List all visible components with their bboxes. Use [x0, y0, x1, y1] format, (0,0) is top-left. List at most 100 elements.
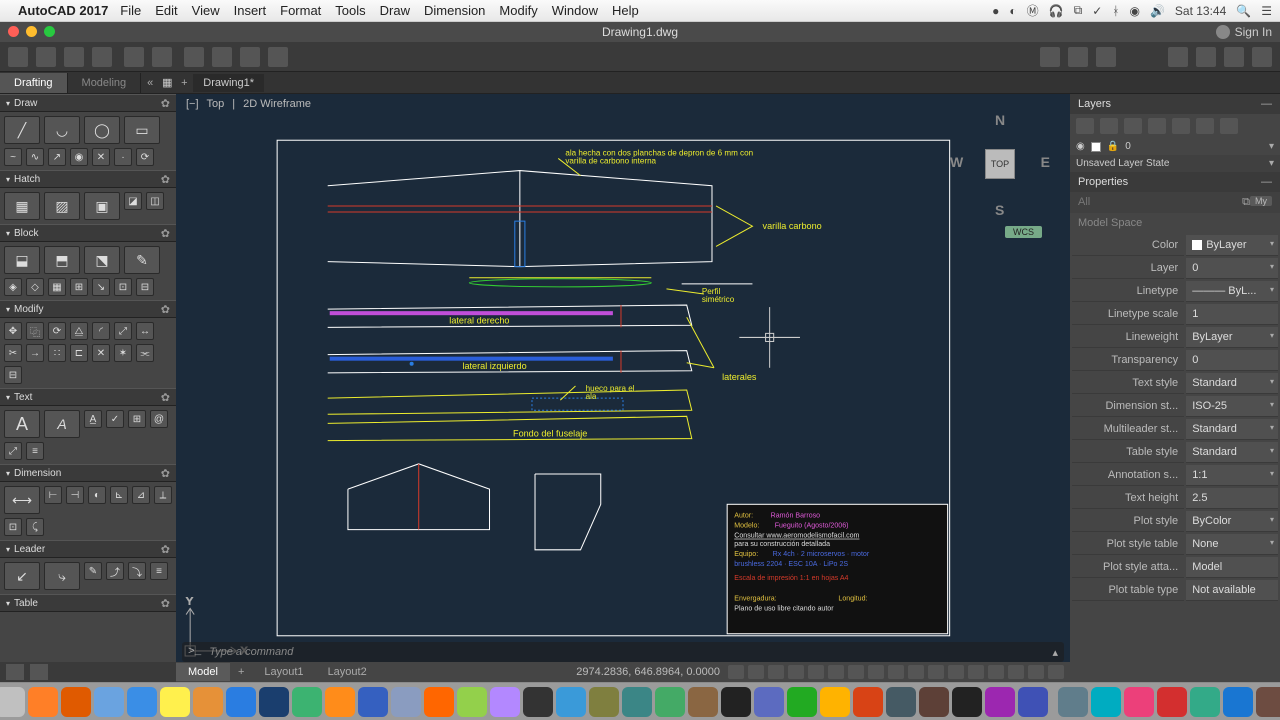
gear-icon[interactable]: ✿: [161, 97, 170, 110]
section-table[interactable]: ▾Table✿: [0, 594, 176, 612]
menu-modify[interactable]: Modify: [499, 3, 537, 18]
mtext-tool[interactable]: A: [4, 410, 40, 438]
menu-file[interactable]: File: [120, 3, 141, 18]
dim-tool[interactable]: ⊾: [110, 486, 128, 504]
menu-format[interactable]: Format: [280, 3, 321, 18]
dim-tool[interactable]: ⊿: [132, 486, 150, 504]
dock-app[interactable]: [787, 687, 817, 717]
dim-tool[interactable]: ◐: [88, 486, 106, 504]
block-tool[interactable]: ⊟: [136, 278, 154, 296]
dock-app[interactable]: [1124, 687, 1154, 717]
move-tool[interactable]: ✥: [4, 322, 22, 340]
menubar-icon[interactable]: ⧉: [1074, 3, 1083, 18]
property-value[interactable]: Standard: [1186, 442, 1278, 463]
viewcube-top-face[interactable]: TOP: [985, 149, 1015, 179]
point-tool[interactable]: ·: [114, 148, 132, 166]
property-value[interactable]: 2.5: [1186, 488, 1278, 509]
dock-app[interactable]: [490, 687, 520, 717]
text-tool[interactable]: A: [44, 410, 80, 438]
copy-tool[interactable]: ⿻: [26, 322, 44, 340]
gear-icon[interactable]: ✿: [161, 227, 170, 240]
tab-layout2[interactable]: Layout2: [316, 663, 379, 681]
property-row[interactable]: Annotation s...1:1: [1072, 465, 1278, 486]
collapse-icon[interactable]: —: [1261, 98, 1272, 110]
menu-help[interactable]: Help: [612, 3, 639, 18]
collapse-icon[interactable]: —: [1261, 176, 1272, 188]
edit-block-tool[interactable]: ⬔: [84, 246, 120, 274]
extend-tool[interactable]: →: [26, 344, 44, 362]
property-value[interactable]: ByLayer: [1186, 327, 1278, 348]
property-row[interactable]: ColorByLayer: [1072, 235, 1278, 256]
helix-tool[interactable]: ⟳: [136, 148, 154, 166]
file-tab[interactable]: Drawing1*: [193, 74, 264, 92]
ortho-toggle[interactable]: [768, 665, 784, 679]
mirror-tool[interactable]: ⧋: [70, 322, 88, 340]
close-button[interactable]: [8, 26, 19, 37]
dim-tool[interactable]: ⊢: [44, 486, 62, 504]
property-row[interactable]: Linetype scale1: [1072, 304, 1278, 325]
leader-tool[interactable]: ⤴: [106, 562, 124, 580]
dock-app[interactable]: [655, 687, 685, 717]
text-tool[interactable]: ✓: [106, 410, 124, 428]
section-hatch[interactable]: ▾Hatch✿: [0, 170, 176, 188]
property-row[interactable]: Text height2.5: [1072, 488, 1278, 509]
region-tool[interactable]: ◪: [124, 192, 142, 210]
property-value[interactable]: ByLayer: [1186, 235, 1278, 256]
layer-tool[interactable]: [1148, 118, 1166, 134]
break-tool[interactable]: ⊟: [4, 366, 22, 384]
tool-button[interactable]: [1224, 47, 1244, 67]
text-tool[interactable]: @: [150, 410, 168, 428]
dock-app[interactable]: [688, 687, 718, 717]
notification-icon[interactable]: ☰: [1261, 4, 1272, 18]
leader-tool[interactable]: ≡: [150, 562, 168, 580]
ellipse-tool[interactable]: ◉: [70, 148, 88, 166]
plot-button[interactable]: [184, 47, 204, 67]
dim-tool[interactable]: ⊣: [66, 486, 84, 504]
gear-icon[interactable]: ✿: [161, 597, 170, 610]
property-value[interactable]: Standard: [1186, 419, 1278, 440]
props-my-button[interactable]: My: [1250, 196, 1272, 206]
boundary-tool[interactable]: ▣: [84, 192, 120, 220]
dock-app[interactable]: [952, 687, 982, 717]
grid-icon[interactable]: ▦: [159, 76, 175, 89]
dock-app[interactable]: [226, 687, 256, 717]
menubar-icon[interactable]: ●: [992, 4, 999, 18]
dock-app[interactable]: [622, 687, 652, 717]
layout-add-icon[interactable]: +: [230, 666, 252, 678]
dock-app[interactable]: [1058, 687, 1088, 717]
section-draw[interactable]: ▾Draw✿: [0, 94, 176, 112]
dock-app[interactable]: [457, 687, 487, 717]
tool-button[interactable]: [1252, 47, 1272, 67]
rectangle-tool[interactable]: ▭: [124, 116, 160, 144]
otrack-toggle[interactable]: [828, 665, 844, 679]
signin-button[interactable]: Sign In: [1216, 25, 1272, 39]
undo-button[interactable]: [124, 47, 144, 67]
join-tool[interactable]: ⫘: [136, 344, 154, 362]
dock-app[interactable]: [1256, 687, 1280, 717]
dock-app[interactable]: [160, 687, 190, 717]
tab-modeling[interactable]: Modeling: [68, 73, 142, 93]
viewcube-east[interactable]: E: [1041, 154, 1050, 170]
status-toggle[interactable]: [968, 665, 984, 679]
dock-app[interactable]: [820, 687, 850, 717]
property-value[interactable]: None: [1186, 534, 1278, 555]
mleader-tool[interactable]: ⤷: [44, 562, 80, 590]
drawing-canvas[interactable]: [−]Top|2D Wireframe ala hecha con dos pl…: [176, 94, 1070, 682]
menu-window[interactable]: Window: [552, 3, 598, 18]
layers-panel-header[interactable]: Layers—: [1070, 94, 1280, 114]
menu-tools[interactable]: Tools: [335, 3, 365, 18]
dock-app[interactable]: [1190, 687, 1220, 717]
wcs-tag[interactable]: WCS: [1005, 226, 1042, 238]
minimize-button[interactable]: [26, 26, 37, 37]
property-value[interactable]: ByColor: [1186, 511, 1278, 532]
layer-tool[interactable]: [1172, 118, 1190, 134]
tabs-collapse-icon[interactable]: «: [141, 77, 159, 89]
dim-tool[interactable]: ⟂: [154, 486, 172, 504]
new-button[interactable]: [8, 47, 28, 67]
property-row[interactable]: Table styleStandard: [1072, 442, 1278, 463]
line-tool[interactable]: ╱: [4, 116, 40, 144]
view-cube[interactable]: N S E W TOP: [950, 114, 1050, 214]
leader-tool[interactable]: ⤵: [128, 562, 146, 580]
wipeout-tool[interactable]: ◫: [146, 192, 164, 210]
viewcube-west[interactable]: W: [950, 154, 963, 170]
